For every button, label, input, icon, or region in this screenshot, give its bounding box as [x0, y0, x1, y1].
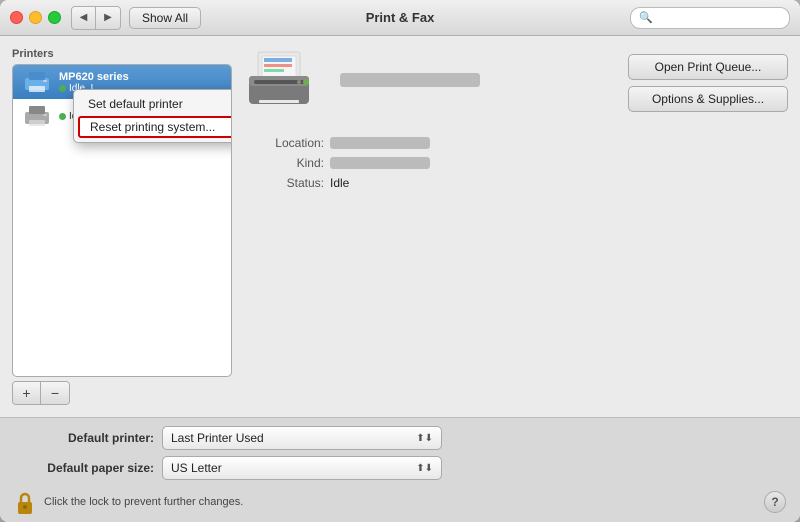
search-icon: 🔍 — [639, 11, 653, 24]
context-menu: Set default printer Reset printing syste… — [73, 89, 232, 143]
printers-section-label: Printers — [12, 48, 232, 60]
minimize-button[interactable] — [29, 11, 42, 24]
printer-big-icon — [244, 48, 324, 118]
search-box[interactable]: 🔍 — [630, 7, 790, 29]
remove-printer-button[interactable]: − — [41, 382, 69, 404]
zoom-button[interactable] — [48, 11, 61, 24]
dropdown-arrow-icon: ⬆⬇ — [416, 433, 433, 444]
titlebar: ◀ ▶ Show All Print & Fax 🔍 — [0, 0, 800, 36]
context-menu-reset-printing[interactable]: Reset printing system... — [78, 116, 232, 138]
right-panel: Open Print Queue... Options & Supplies..… — [244, 48, 788, 405]
default-printer-label: Default printer: — [14, 431, 154, 445]
printers-toolbar: + − — [12, 381, 70, 405]
printer-name-area — [340, 73, 480, 93]
printers-list[interactable]: MP620 series Idle, L... — [12, 64, 232, 377]
printer-header: Open Print Queue... Options & Supplies..… — [244, 48, 788, 126]
show-all-button[interactable]: Show All — [129, 7, 201, 29]
location-label: Location: — [254, 136, 324, 150]
status-label: Status: — [254, 176, 324, 190]
printer-icon-2 — [21, 104, 53, 128]
default-printer-dropdown[interactable]: Last Printer Used ⬆⬇ — [162, 426, 442, 450]
window-title: Print & Fax — [366, 10, 435, 25]
default-paper-size-value: US Letter — [171, 461, 222, 475]
kind-row: Kind: — [254, 156, 778, 170]
default-paper-size-row: Default paper size: US Letter ⬆⬇ — [14, 456, 786, 480]
location-row: Location: — [254, 136, 778, 150]
lock-text: Click the lock to prevent further change… — [44, 496, 243, 508]
action-buttons: Open Print Queue... Options & Supplies..… — [628, 54, 788, 112]
lock-area[interactable]: Click the lock to prevent further change… — [14, 490, 243, 514]
main-window: ◀ ▶ Show All Print & Fax 🔍 Printers — [0, 0, 800, 522]
context-menu-set-default[interactable]: Set default printer — [74, 93, 232, 115]
printer-icon-selected — [21, 70, 53, 94]
bottom-footer: Click the lock to prevent further change… — [14, 486, 786, 514]
bottom-bar: Default printer: Last Printer Used ⬆⬇ De… — [0, 417, 800, 522]
location-value-blurred — [330, 137, 430, 149]
printer-name-blurred — [340, 73, 480, 87]
status-row: Status: Idle — [254, 176, 778, 190]
printer-details: Location: Kind: Status: Idle — [244, 136, 788, 196]
status-value: Idle — [330, 176, 349, 190]
help-button[interactable]: ? — [764, 491, 786, 513]
dropdown-arrow-paper-icon: ⬆⬇ — [416, 463, 433, 474]
options-supplies-button[interactable]: Options & Supplies... — [628, 86, 788, 112]
default-printer-value: Last Printer Used — [171, 431, 264, 445]
lock-icon — [14, 490, 36, 514]
add-printer-button[interactable]: + — [13, 382, 41, 404]
close-button[interactable] — [10, 11, 23, 24]
traffic-lights — [10, 11, 61, 24]
back-button[interactable]: ◀ — [72, 7, 96, 29]
printers-panel: Printers MP620 series — [12, 48, 232, 405]
nav-buttons: ◀ ▶ — [71, 6, 121, 30]
default-paper-size-dropdown[interactable]: US Letter ⬆⬇ — [162, 456, 442, 480]
status-dot-green-2 — [59, 113, 66, 120]
forward-button[interactable]: ▶ — [96, 7, 120, 29]
kind-label: Kind: — [254, 156, 324, 170]
main-content: Printers MP620 series — [0, 36, 800, 417]
kind-value-blurred — [330, 157, 430, 169]
status-dot-green — [59, 85, 66, 92]
printer-name-selected: MP620 series — [59, 71, 223, 83]
default-printer-row: Default printer: Last Printer Used ⬆⬇ — [14, 426, 786, 450]
open-print-queue-button[interactable]: Open Print Queue... — [628, 54, 788, 80]
default-paper-size-label: Default paper size: — [14, 461, 154, 475]
